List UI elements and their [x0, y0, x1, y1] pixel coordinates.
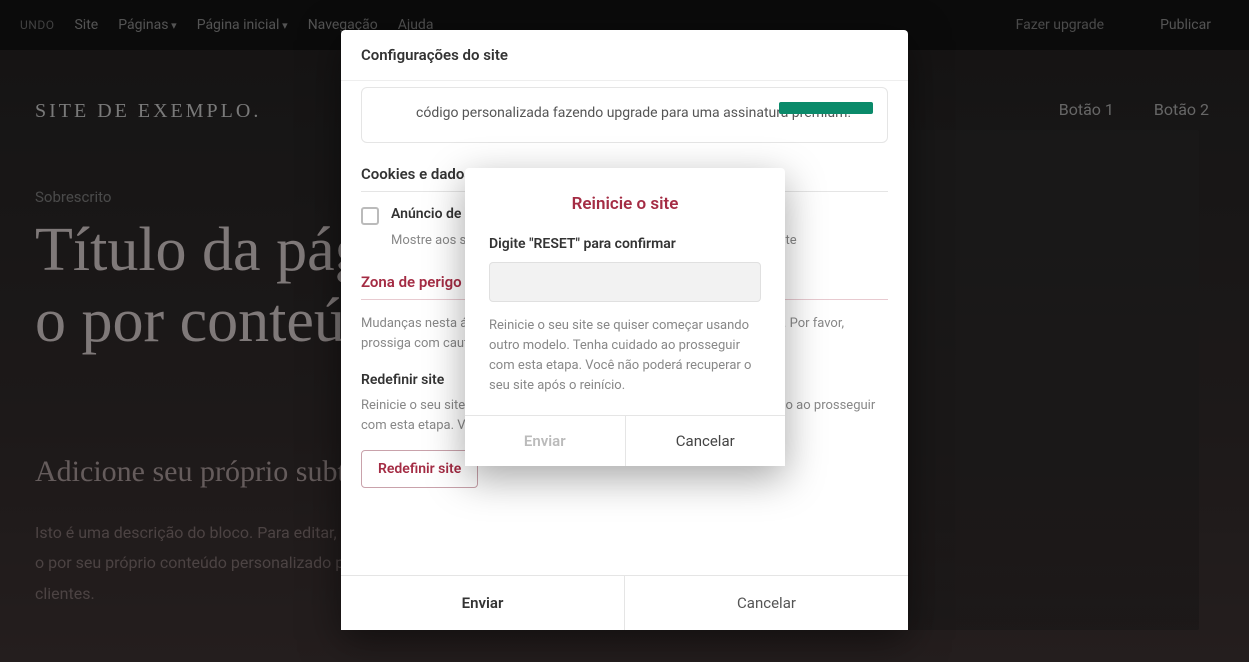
- modal-title: Configurações do site: [341, 30, 908, 81]
- modal-footer: Enviar Cancelar: [341, 575, 908, 630]
- confirm-cancel-button[interactable]: Cancelar: [625, 416, 786, 466]
- confirm-body: Reinicie o site Digite "RESET" para conf…: [465, 168, 785, 415]
- reset-confirm-input[interactable]: [489, 262, 761, 302]
- confirm-title: Reinicie o site: [489, 194, 761, 214]
- confirm-description: Reinicie o seu site se quiser começar us…: [489, 316, 761, 397]
- reset-confirm-dialog: Reinicie o site Digite "RESET" para conf…: [465, 168, 785, 466]
- cookie-notice-checkbox[interactable]: [361, 207, 379, 225]
- confirm-submit-button[interactable]: Enviar: [465, 416, 625, 466]
- reset-site-button[interactable]: Redefinir site: [361, 450, 478, 488]
- confirm-input-label: Digite "RESET" para confirmar: [489, 236, 761, 252]
- settings-cancel-button[interactable]: Cancelar: [624, 576, 908, 630]
- settings-submit-button[interactable]: Enviar: [341, 576, 624, 630]
- confirm-footer: Enviar Cancelar: [465, 415, 785, 466]
- upgrade-promo-box: código personalizada fazendo upgrade par…: [361, 87, 888, 143]
- promo-upgrade-button[interactable]: [779, 102, 873, 114]
